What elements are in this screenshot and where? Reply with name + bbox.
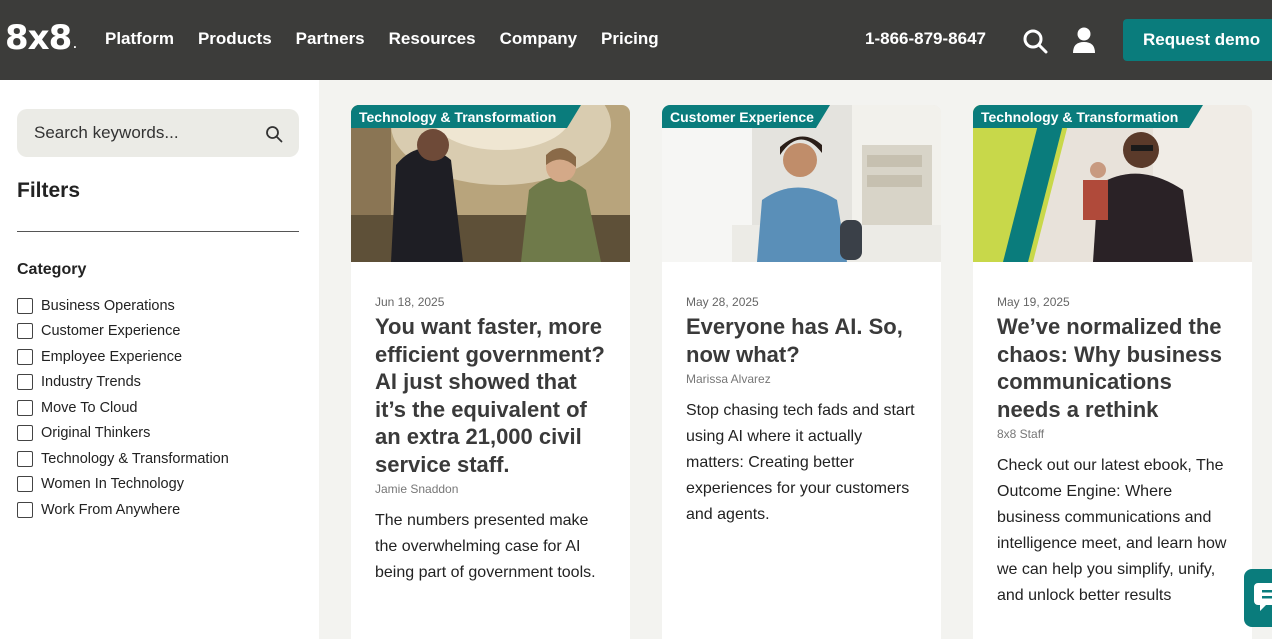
category-technology-transformation[interactable]: Technology & Transformation [17,446,229,472]
brand-logo[interactable]: 8x8. [5,18,77,58]
nav-pricing[interactable]: Pricing [601,29,659,49]
chat-widget-button[interactable] [1244,569,1272,627]
article-card[interactable]: Technology & Transformation May 19, 2025… [973,105,1252,639]
category-customer-experience[interactable]: Customer Experience [17,319,229,345]
phone-link[interactable]: 1-866-879-8647 [865,29,986,49]
article-date: Jun 18, 2025 [375,295,445,309]
category-business-operations[interactable]: Business Operations [17,293,229,319]
checkbox[interactable] [17,374,33,391]
filter-sidebar: Filters Category Business Operations Cus… [0,80,319,639]
search-icon[interactable] [265,125,283,143]
article-title[interactable]: You want faster, more efficient governme… [375,313,606,478]
article-description: The numbers presented make the overwhelm… [375,512,596,581]
checkbox[interactable] [17,501,33,518]
top-navigation: 8x8. Platform Products Partners Resource… [0,0,1272,80]
checkbox[interactable] [17,425,33,442]
article-card[interactable]: Customer Experience May 28, 2025 Everyon… [662,105,941,639]
search-box [17,109,299,157]
checkbox[interactable] [17,348,33,365]
checkbox[interactable] [17,323,33,340]
category-tag: Technology & Transformation [973,105,1203,128]
user-account-icon[interactable] [1072,26,1096,54]
nav-platform[interactable]: Platform [105,29,174,49]
category-employee-experience[interactable]: Employee Experience [17,344,229,370]
checkbox[interactable] [17,450,33,467]
article-author: Marissa Alvarez [686,372,771,386]
category-heading: Category [17,261,87,278]
article-card[interactable]: Technology & Transformation Jun 18, 2025… [351,105,630,639]
request-demo-button[interactable]: Request demo [1123,19,1272,61]
article-title[interactable]: Everyone has AI. So, now what? [686,313,917,368]
category-move-to-cloud[interactable]: Move To Cloud [17,395,229,421]
main-nav: Platform Products Partners Resources Com… [105,29,659,49]
nav-products[interactable]: Products [198,29,272,49]
filters-heading: Filters [17,179,81,202]
search-icon[interactable] [1022,28,1048,54]
category-tag: Customer Experience [662,105,830,128]
article-title[interactable]: We’ve normalized the chaos: Why business… [997,313,1228,423]
checkbox[interactable] [17,476,33,493]
nav-partners[interactable]: Partners [296,29,365,49]
article-description: Check out our latest ebook, The Outcome … [997,457,1227,604]
category-list: Business Operations Customer Experience … [17,293,229,523]
checkbox[interactable] [17,297,33,314]
article-date: May 19, 2025 [997,295,1070,309]
chat-icon [1254,583,1272,611]
article-image: Technology & Transformation [973,105,1252,262]
category-industry-trends[interactable]: Industry Trends [17,370,229,396]
nav-resources[interactable]: Resources [389,29,476,49]
article-author: Jamie Snaddon [375,482,459,496]
checkbox[interactable] [17,399,33,416]
article-image: Customer Experience [662,105,941,262]
article-description: Stop chasing tech fads and start using A… [686,402,915,523]
divider [17,231,299,232]
article-image: Technology & Transformation [351,105,630,262]
article-author: 8x8 Staff [997,427,1045,441]
category-original-thinkers[interactable]: Original Thinkers [17,421,229,447]
article-date: May 28, 2025 [686,295,759,309]
category-women-in-technology[interactable]: Women In Technology [17,472,229,498]
category-work-from-anywhere[interactable]: Work From Anywhere [17,497,229,523]
nav-company[interactable]: Company [500,29,577,49]
search-input[interactable] [34,123,254,143]
category-tag: Technology & Transformation [351,105,581,128]
